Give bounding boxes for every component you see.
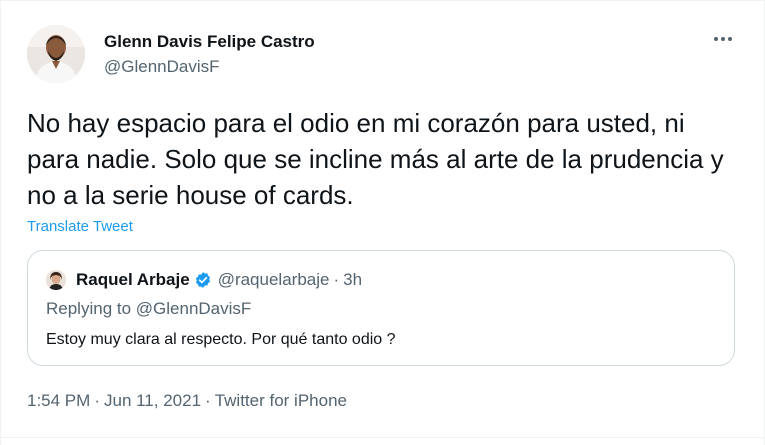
- quote-timestamp: 3h: [343, 270, 363, 289]
- quote-author-name: Raquel Arbaje: [76, 270, 190, 289]
- quote-replying-to: Replying to @GlennDavisF: [46, 299, 251, 319]
- verified-badge-icon: [194, 271, 212, 289]
- quote-header: Raquel Arbaje @raquelarbaje · 3h: [76, 269, 362, 291]
- tweet-time[interactable]: 1:54 PM: [27, 391, 90, 410]
- replying-prefix: Replying to: [46, 299, 136, 318]
- quote-author-avatar-image: [46, 270, 66, 290]
- author-avatar-image: [27, 25, 85, 83]
- tweet-meta: 1:54 PM · Jun 11, 2021 · Twitter for iPhone: [27, 391, 347, 411]
- quote-author-handle: @raquelarbaje: [217, 270, 330, 289]
- quote-author-avatar: [46, 270, 66, 290]
- tweet-card: Glenn Davis Felipe Castro @GlennDavisF N…: [0, 0, 765, 445]
- author-name[interactable]: Glenn Davis Felipe Castro: [104, 32, 315, 52]
- meta-separator: ·: [94, 391, 100, 410]
- translate-tweet-link[interactable]: Translate Tweet: [27, 218, 133, 235]
- tweet-date[interactable]: Jun 11, 2021: [104, 391, 201, 410]
- quote-text: Estoy muy clara al respecto. Por qué tan…: [46, 331, 396, 348]
- quote-separator: ·: [333, 270, 340, 289]
- more-dots-icon: [714, 37, 732, 41]
- tweet-source[interactable]: Twitter for iPhone: [215, 391, 347, 410]
- meta-separator: ·: [205, 391, 211, 410]
- replying-to-handle[interactable]: @GlennDavisF: [136, 299, 252, 318]
- more-options-button[interactable]: [709, 29, 737, 49]
- tweet-text: No hay espacio para el odio en mi corazó…: [27, 108, 724, 210]
- quoted-tweet[interactable]: Raquel Arbaje @raquelarbaje · 3h Replyin…: [27, 250, 735, 366]
- divider: [1, 437, 765, 438]
- author-handle[interactable]: @GlennDavisF: [104, 57, 220, 77]
- author-avatar[interactable]: [27, 25, 85, 83]
